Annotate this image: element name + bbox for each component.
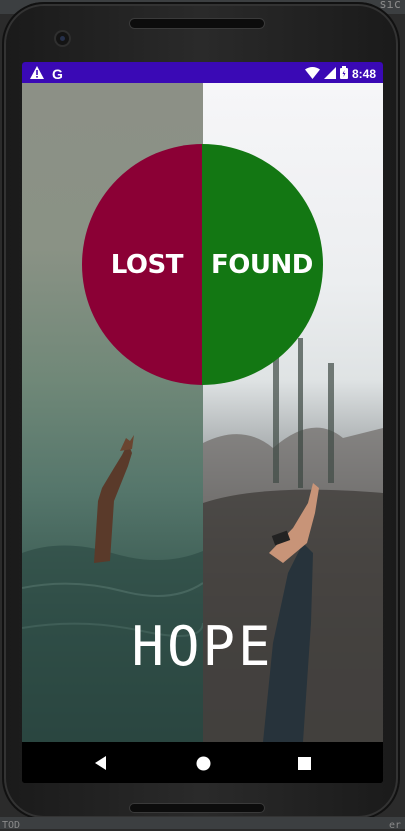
app-content: LOST FOUND HOPE bbox=[22, 83, 383, 742]
navigation-bar bbox=[22, 742, 383, 783]
lost-button[interactable]: LOST bbox=[82, 144, 203, 385]
home-icon[interactable] bbox=[192, 752, 214, 774]
phone-frame: G 8:48 LOST FOUND HOPE bbox=[2, 2, 400, 820]
lost-found-toggle: LOST FOUND bbox=[82, 144, 323, 385]
ide-bottom-strip: TOD er bbox=[0, 817, 405, 831]
back-icon[interactable] bbox=[90, 752, 112, 774]
signal-icon bbox=[323, 64, 336, 83]
hope-title: HOPE bbox=[131, 615, 274, 678]
earpiece-speaker bbox=[130, 19, 264, 28]
lost-label: LOST bbox=[110, 249, 184, 280]
warning-icon bbox=[30, 64, 44, 83]
battery-icon bbox=[339, 64, 348, 83]
bottom-speaker bbox=[130, 804, 264, 812]
recents-icon[interactable] bbox=[293, 752, 315, 774]
status-bar: G 8:48 bbox=[22, 62, 383, 83]
status-time: 8:48 bbox=[351, 66, 376, 81]
found-button[interactable]: FOUND bbox=[202, 144, 323, 385]
google-g-icon: G bbox=[52, 65, 63, 82]
wifi-icon bbox=[304, 64, 320, 83]
found-label: FOUND bbox=[211, 249, 313, 280]
ide-bottom-right-text: er bbox=[388, 820, 401, 831]
ide-bottom-left-text: TOD bbox=[2, 820, 21, 831]
device-screen: G 8:48 LOST FOUND HOPE bbox=[22, 62, 383, 783]
front-camera-icon bbox=[56, 32, 69, 45]
